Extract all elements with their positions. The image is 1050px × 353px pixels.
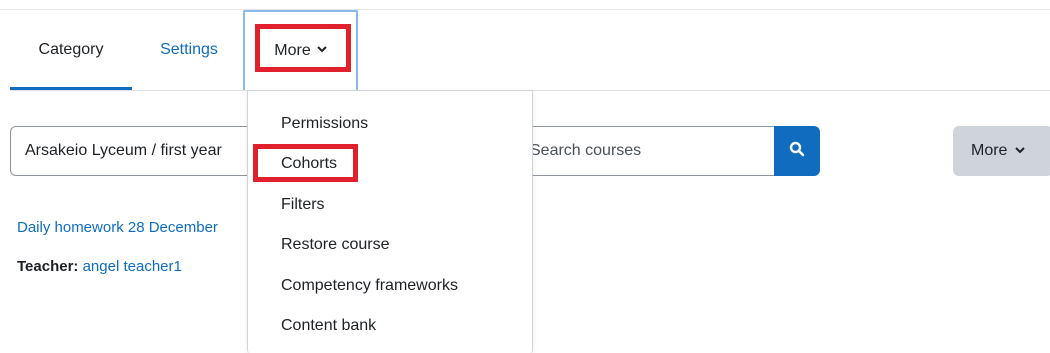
teacher-label: Teacher: bbox=[17, 258, 79, 275]
search-button[interactable] bbox=[774, 126, 820, 176]
more-actions-button[interactable]: More bbox=[953, 126, 1050, 176]
chevron-down-icon bbox=[1015, 146, 1026, 157]
course-teacher: Teacher: angel teacher1 bbox=[17, 258, 182, 275]
search-input[interactable] bbox=[530, 142, 775, 160]
search-icon bbox=[789, 141, 805, 162]
menu-item-cohorts[interactable]: Cohorts bbox=[248, 145, 532, 183]
menu-item-label: Filters bbox=[281, 196, 325, 213]
more-dropdown-menu: Permissions Cohorts Filters Restore cour… bbox=[247, 90, 533, 353]
menu-item-competency-frameworks[interactable]: Competency frameworks bbox=[248, 267, 532, 305]
menu-item-content-bank[interactable]: Content bank bbox=[248, 307, 532, 345]
menu-item-label: Restore course bbox=[281, 236, 390, 253]
menu-item-restore-course[interactable]: Restore course bbox=[248, 226, 532, 264]
tab-settings[interactable]: Settings bbox=[144, 10, 234, 90]
teacher-name-link[interactable]: angel teacher1 bbox=[83, 258, 182, 275]
menu-item-label: Competency frameworks bbox=[281, 277, 458, 294]
menu-item-permissions[interactable]: Permissions bbox=[248, 105, 532, 143]
tab-more[interactable]: More bbox=[243, 10, 358, 90]
menu-item-filters[interactable]: Filters bbox=[248, 186, 532, 224]
menu-item-label: Cohorts bbox=[281, 155, 338, 172]
page: Category Settings More Arsakeio Lyceum /… bbox=[0, 0, 1050, 353]
tab-settings-label: Settings bbox=[160, 41, 218, 58]
tab-category-label: Category bbox=[38, 41, 104, 58]
secondary-navigation: Category Settings More bbox=[10, 10, 1050, 91]
search-field[interactable] bbox=[520, 126, 775, 176]
tab-more-label: More bbox=[274, 42, 311, 59]
tab-category[interactable]: Category bbox=[10, 10, 132, 90]
menu-item-label: Content bank bbox=[281, 317, 377, 334]
course-selector-value: Arsakeio Lyceum / first year bbox=[25, 142, 222, 159]
menu-item-label: Permissions bbox=[281, 115, 369, 132]
more-actions-label: More bbox=[971, 142, 1008, 159]
chevron-down-icon bbox=[317, 45, 327, 56]
course-link[interactable]: Daily homework 28 December bbox=[17, 219, 218, 236]
course-selector[interactable]: Arsakeio Lyceum / first year bbox=[10, 126, 255, 176]
